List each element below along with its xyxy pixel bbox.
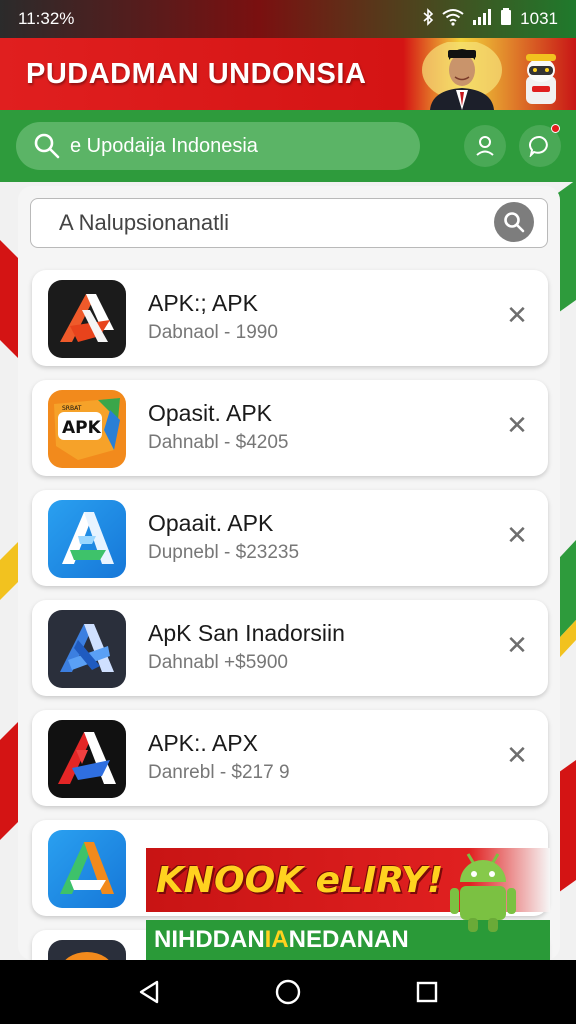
- app-name: APK:; APK: [148, 290, 258, 316]
- filter-text: A Nalupsionanatli: [59, 210, 230, 235]
- status-bar: 11:32% 1031: [0, 0, 576, 38]
- status-icons: 1031: [422, 8, 558, 30]
- person-avatar: [422, 42, 502, 110]
- app-subtitle: Dahnabl +$5900: [148, 652, 288, 673]
- wifi-icon: [442, 8, 464, 30]
- search-icon: [34, 133, 60, 159]
- app-list-item[interactable]: APK SRBAT Opasit. APK Dahnabl - $4205 ✕: [32, 380, 548, 476]
- battery-icon: [500, 8, 512, 30]
- back-button[interactable]: [129, 972, 169, 1012]
- profile-button[interactable]: [464, 125, 506, 167]
- promo-ad-banner[interactable]: KNOOK eLIRY! NIHDDAN IA NEDANAN: [146, 848, 550, 960]
- app-subtitle: Dahnabl - $4205: [148, 432, 289, 453]
- status-time: 11:32%: [18, 9, 75, 28]
- apk-orange-dark-icon: [48, 940, 126, 960]
- home-button[interactable]: [268, 972, 308, 1012]
- apk-multicolor-icon: [48, 830, 126, 908]
- close-icon[interactable]: ✕: [502, 630, 532, 660]
- android-robot-icon: [450, 853, 516, 932]
- app-subtitle: Dabnaol - 1990: [148, 322, 278, 343]
- recents-square-icon: [416, 981, 437, 1003]
- status-clock-right: 1031: [520, 9, 558, 28]
- promo-subtitle-c: NEDANAN: [288, 926, 409, 953]
- svg-text:SRBAT: SRBAT: [62, 405, 82, 412]
- filter-input[interactable]: A Nalupsionanatli: [30, 198, 548, 248]
- app-name: APK:. APX: [148, 730, 258, 756]
- app-list-item[interactable]: APK:. APX Danrebl - $217 9 ✕: [32, 710, 548, 806]
- close-icon[interactable]: ✕: [502, 410, 532, 440]
- promo-title: KNOOK eLIRY!: [156, 859, 444, 901]
- chat-bubble-icon: [529, 135, 548, 157]
- app-name: Opasit. APK: [148, 400, 273, 426]
- promo-subtitle-b: IA: [264, 926, 289, 953]
- left-decoration: [0, 240, 20, 840]
- app-subtitle: Dupnebl - $23235: [148, 542, 300, 563]
- filter-search-button[interactable]: [494, 202, 534, 242]
- apk-dark-blue-icon: [48, 610, 126, 688]
- app-subtitle: Danrebl - $217 9: [148, 762, 290, 783]
- search-icon: [504, 212, 525, 233]
- app-list-item[interactable]: Opaait. APK Dupnebl - $23235 ✕: [32, 490, 548, 586]
- apk-blue-icon: [48, 500, 126, 578]
- svg-text:APK: APK: [62, 418, 102, 438]
- app-name: Opaait. APK: [148, 510, 274, 536]
- notifications-button[interactable]: [519, 124, 561, 167]
- user-icon: [476, 136, 494, 156]
- top-banner[interactable]: PUDADMAN UNDONSIA: [0, 38, 576, 110]
- main-panel: A Nalupsionanatli APK:; APK Dabnaol - 19…: [18, 186, 560, 960]
- search-input[interactable]: е Upodaija Indonesia: [16, 122, 420, 170]
- banner-title: PUDADMAN UNDONSIA: [26, 57, 367, 90]
- close-icon[interactable]: ✕: [502, 520, 532, 550]
- search-text: е Upodaija Indonesia: [70, 134, 258, 157]
- apk-red-icon: [48, 280, 126, 358]
- signal-icon: [472, 8, 492, 30]
- bluetooth-icon: [422, 8, 434, 30]
- apk-black-red-icon: [48, 720, 126, 798]
- promo-subtitle-a: NIHDDAN: [154, 926, 265, 953]
- navigation-bar: [0, 960, 576, 1024]
- close-icon[interactable]: ✕: [502, 740, 532, 770]
- robot-mascot-icon: [526, 54, 556, 104]
- home-circle-icon: [275, 979, 301, 1005]
- app-list-item[interactable]: APK:; APK Dabnaol - 1990 ✕: [32, 270, 548, 366]
- back-triangle-icon: [140, 980, 159, 1004]
- close-icon[interactable]: ✕: [502, 300, 532, 330]
- recents-button[interactable]: [407, 972, 447, 1012]
- notification-dot: [551, 124, 560, 133]
- app-list-item[interactable]: ApK San Inadorsiin Dahnabl +$5900 ✕: [32, 600, 548, 696]
- app-name: ApK San Inadorsiin: [148, 620, 345, 646]
- apk-orange-icon: APK SRBAT: [48, 390, 126, 468]
